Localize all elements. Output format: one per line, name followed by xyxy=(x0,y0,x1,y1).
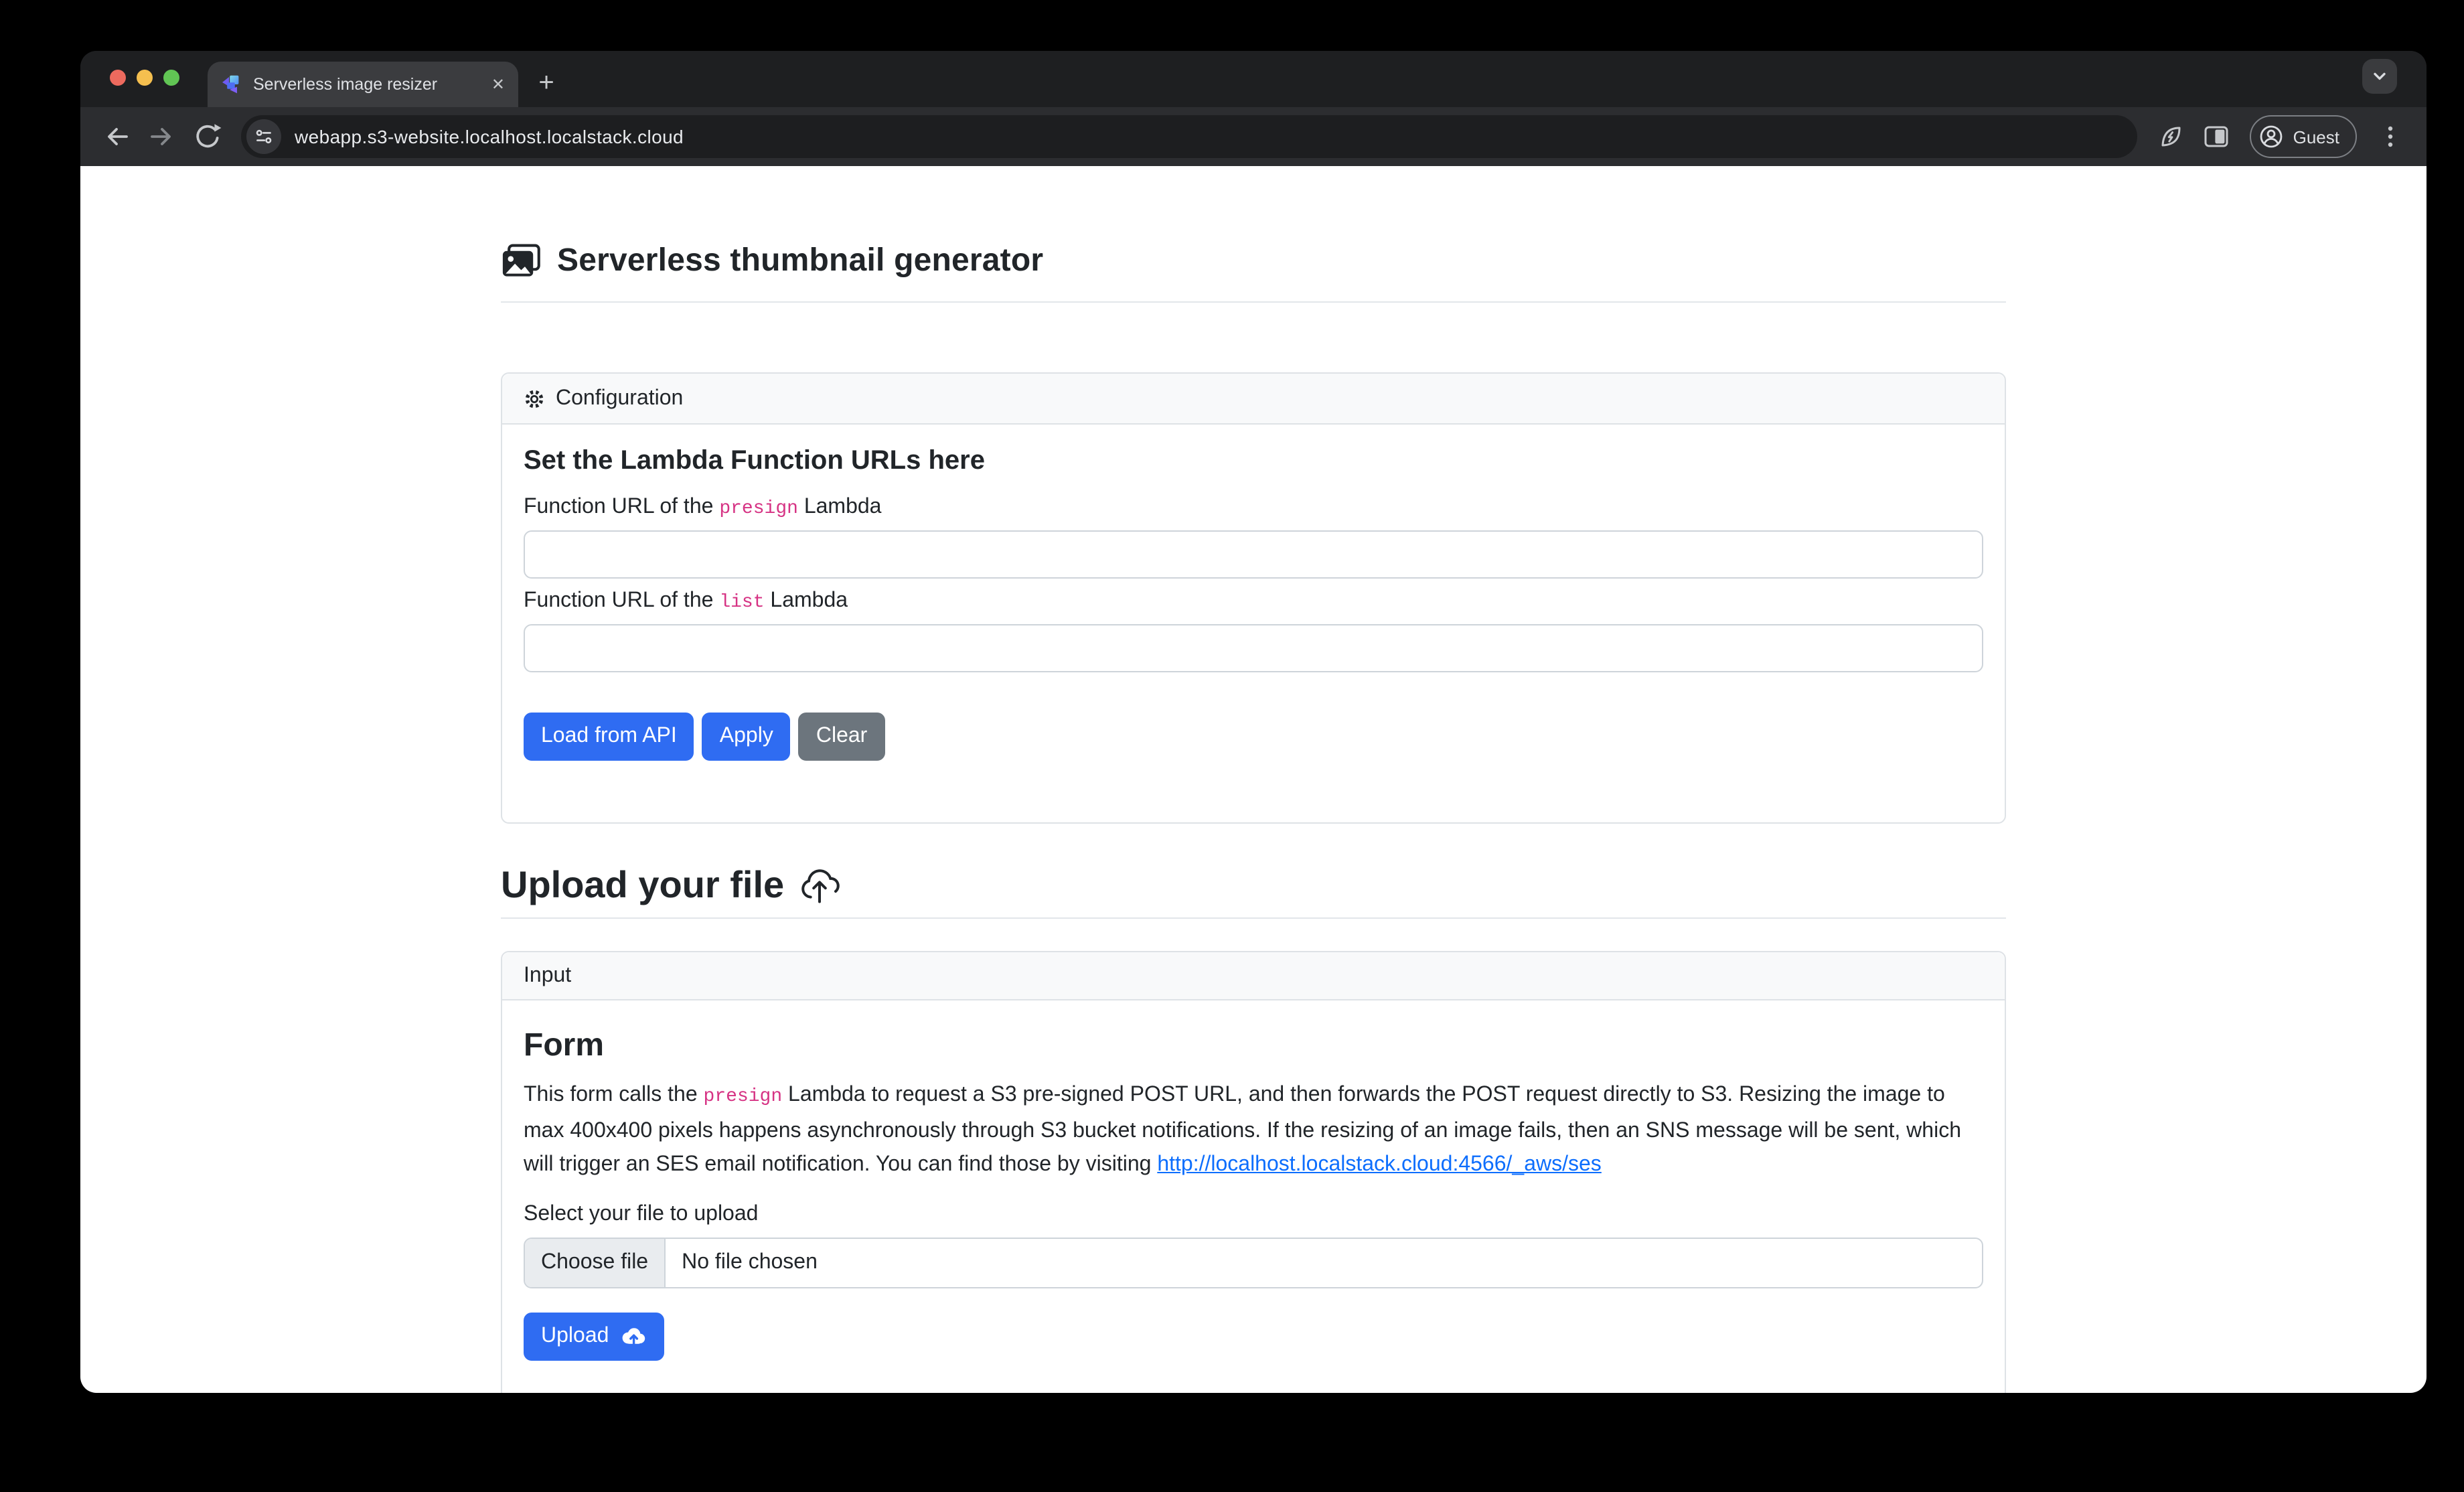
label-text: Lambda xyxy=(765,589,848,612)
load-from-api-button[interactable]: Load from API xyxy=(524,713,694,761)
config-heading: Set the Lambda Function URLs here xyxy=(524,446,1983,477)
upload-section-heading: Upload your file xyxy=(501,864,2006,907)
presign-url-label: Function URL of the presign Lambda xyxy=(524,496,1983,520)
list-code: list xyxy=(719,592,764,613)
list-url-input[interactable] xyxy=(524,624,1983,672)
description-text: This form calls the xyxy=(524,1084,704,1106)
profile-button[interactable]: Guest xyxy=(2250,115,2357,158)
side-panel-button[interactable] xyxy=(2194,114,2240,159)
choose-file-button[interactable]: Choose file xyxy=(525,1239,666,1287)
cloud-upload-icon xyxy=(797,867,840,904)
file-input[interactable]: Choose file No file chosen xyxy=(524,1238,1983,1288)
person-circle-icon xyxy=(2260,125,2284,149)
side-panel-icon xyxy=(2205,126,2229,147)
window-controls xyxy=(110,70,179,86)
chevron-down-icon xyxy=(2372,68,2388,84)
address-bar[interactable]: webapp.s3-website.localhost.localstack.c… xyxy=(241,115,2138,158)
macos-minimize-button[interactable] xyxy=(137,70,153,86)
ses-link[interactable]: http://localhost.localstack.cloud:4566/_… xyxy=(1157,1153,1602,1176)
configuration-card-title: Configuration xyxy=(556,386,683,411)
tune-icon xyxy=(254,127,273,146)
macos-close-button[interactable] xyxy=(110,70,126,86)
tab-close-button[interactable]: ✕ xyxy=(491,76,505,92)
screen: Serverless image resizer ✕ + xyxy=(0,0,2464,1492)
url-text[interactable]: webapp.s3-website.localhost.localstack.c… xyxy=(295,126,684,147)
reload-icon xyxy=(193,122,222,151)
input-card: Input Form This form calls the presign L… xyxy=(501,951,2006,1393)
browser-tab[interactable]: Serverless image resizer ✕ xyxy=(208,62,518,107)
form-heading: Form xyxy=(524,1027,1983,1065)
presign-code: presign xyxy=(704,1086,783,1108)
back-arrow-icon xyxy=(102,122,131,151)
presign-code: presign xyxy=(719,498,798,520)
reload-button[interactable] xyxy=(185,114,230,159)
images-icon xyxy=(501,244,541,279)
upload-button[interactable]: Upload xyxy=(524,1313,664,1361)
upload-section-title: Upload your file xyxy=(501,864,784,907)
cloud-upload-fill-icon xyxy=(619,1326,646,1347)
browser-menu-button[interactable] xyxy=(2368,114,2413,159)
tab-search-button[interactable] xyxy=(2362,59,2397,94)
file-select-label: Select your file to upload xyxy=(524,1203,1983,1227)
list-url-label: Function URL of the list Lambda xyxy=(524,589,1983,613)
browser-window: Serverless image resizer ✕ + xyxy=(80,51,2427,1393)
profile-label: Guest xyxy=(2293,127,2339,147)
site-favicon-icon xyxy=(221,74,242,95)
forward-button[interactable] xyxy=(139,114,185,159)
browser-toolbar: webapp.s3-website.localhost.localstack.c… xyxy=(80,107,2427,166)
site-settings-button[interactable] xyxy=(246,119,281,154)
page-header: Serverless thumbnail generator xyxy=(501,242,2006,280)
three-dots-icon xyxy=(2388,126,2393,147)
input-card-title: Input xyxy=(524,964,571,988)
tab-title: Serverless image resizer xyxy=(253,75,481,94)
forward-arrow-icon xyxy=(147,122,177,151)
new-tab-button[interactable]: + xyxy=(528,64,565,102)
divider xyxy=(501,917,2006,919)
performance-button[interactable] xyxy=(2149,114,2194,159)
macos-zoom-button[interactable] xyxy=(163,70,179,86)
input-card-header: Input xyxy=(502,952,2005,1000)
configuration-card-header: Configuration xyxy=(502,374,2005,425)
back-button[interactable] xyxy=(94,114,139,159)
upload-button-label: Upload xyxy=(541,1325,609,1349)
config-buttons: Load from API Apply Clear xyxy=(524,713,1983,761)
clear-button[interactable]: Clear xyxy=(799,713,884,761)
configuration-card: Configuration Set the Lambda Function UR… xyxy=(501,372,2006,824)
tab-strip: Serverless image resizer ✕ + xyxy=(80,51,2427,107)
label-text: Function URL of the xyxy=(524,589,719,612)
page-content: Serverless thumbnail generator Configura… xyxy=(80,166,2427,1393)
apply-button[interactable]: Apply xyxy=(702,713,791,761)
label-text: Lambda xyxy=(798,496,882,518)
form-description: This form calls the presign Lambda to re… xyxy=(524,1078,1983,1181)
gear-icon xyxy=(524,388,545,409)
page-title: Serverless thumbnail generator xyxy=(557,242,1043,280)
energy-saver-leaf-icon xyxy=(2158,123,2185,150)
presign-url-input[interactable] xyxy=(524,530,1983,579)
label-text: Function URL of the xyxy=(524,496,719,518)
file-status-text: No file chosen xyxy=(666,1239,834,1287)
divider xyxy=(501,301,2006,303)
